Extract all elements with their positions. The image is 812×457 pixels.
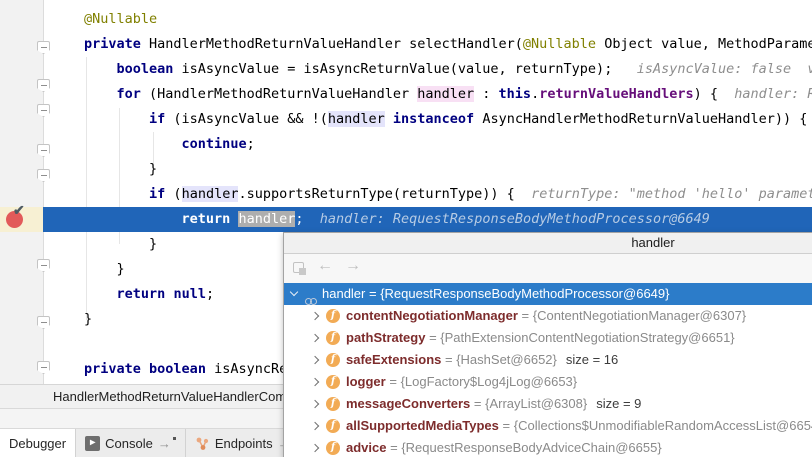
collection-size: size = 9 (596, 396, 641, 411)
field-icon: f (326, 331, 340, 345)
popup-title: handler (284, 233, 812, 254)
variable-value: {RequestResponseBodyAdviceChain@6655} (401, 440, 661, 455)
variable-value: {HashSet@6652} (456, 352, 557, 367)
field-icon: f (326, 309, 340, 323)
ide-window: @Nullableprivate HandlerMethodReturnValu… (0, 0, 812, 457)
chevron-right-icon[interactable] (311, 312, 319, 320)
tab-debugger[interactable]: Debugger (0, 429, 76, 457)
variable-value: {ContentNegotiationManager@6307} (533, 308, 746, 323)
tab-debugger-label: Debugger (9, 436, 66, 451)
frame-class-label: HandlerMethodReturnValueHandlerCom (53, 385, 286, 409)
variable-row-advice[interactable]: fadvice = {RequestResponseBodyAdviceChai… (284, 437, 812, 457)
variable-row-handler[interactable]: handler = {RequestResponseBodyMethodProc… (284, 283, 812, 305)
variable-row-logger[interactable]: flogger = {LogFactory$Log4jLog@6653} (284, 371, 812, 393)
variable-name: logger (346, 374, 386, 389)
scroll-to-output-icon: → (158, 436, 176, 451)
breakpoint-verified-check-icon: ✔ (13, 202, 25, 219)
chevron-down-icon[interactable] (290, 288, 298, 296)
code-line[interactable]: if (handler.supportsReturnType(returnTyp… (0, 182, 812, 207)
variable-name: contentNegotiationManager (346, 308, 518, 323)
chevron-right-icon[interactable] (311, 422, 319, 430)
code-line[interactable]: private HandlerMethodReturnValueHandler … (0, 32, 812, 57)
back-arrow-icon[interactable]: ← (317, 257, 333, 275)
variable-name: allSupportedMediaTypes (346, 418, 499, 433)
field-icon: f (326, 419, 340, 433)
tab-console[interactable]: ▸ Console → (76, 429, 186, 457)
variable-value: {PathExtensionContentNegotiationStrategy… (440, 330, 734, 345)
chevron-right-icon[interactable] (311, 378, 319, 386)
variable-row-allSupportedMediaTypes[interactable]: fallSupportedMediaTypes = {Collections$U… (284, 415, 812, 437)
chevron-right-icon[interactable] (311, 444, 319, 452)
field-icon: f (326, 353, 340, 367)
forward-arrow-icon[interactable]: → (345, 257, 361, 275)
popup-toolbar: ← → (284, 254, 812, 283)
debugger-value-popup: handler ← → handler = {RequestResponseBo… (283, 232, 812, 457)
field-icon: f (326, 397, 340, 411)
collection-size: size = 16 (566, 352, 618, 367)
variable-row-messageConverters[interactable]: fmessageConverters = {ArrayList@6308}siz… (284, 393, 812, 415)
field-icon: f (326, 375, 340, 389)
variable-value: {Collections$UnmodifiableRandomAccessLis… (514, 418, 812, 433)
chevron-right-icon[interactable] (311, 356, 319, 364)
variable-name: safeExtensions (346, 352, 441, 367)
code-line[interactable]: continue; (0, 132, 812, 157)
code-line[interactable]: } (0, 157, 812, 182)
chevron-right-icon[interactable] (311, 400, 319, 408)
code-line[interactable]: for (HandlerMethodReturnValueHandler han… (0, 82, 812, 107)
variable-name: advice (346, 440, 386, 455)
variable-value: {ArrayList@6308} (485, 396, 587, 411)
code-line[interactable]: if (isAsyncValue && !(handler instanceof… (0, 107, 812, 132)
variable-row-contentNegotiationManager[interactable]: fcontentNegotiationManager = {ContentNeg… (284, 305, 812, 327)
open-in-variables-view-icon[interactable] (293, 262, 304, 273)
code-line[interactable]: boolean isAsyncValue = isAsyncReturnValu… (0, 57, 812, 82)
variable-value: {RequestResponseBodyMethodProcessor@6649… (380, 286, 669, 301)
tab-endpoints-label: Endpoints (215, 436, 273, 451)
chevron-right-icon[interactable] (311, 334, 319, 342)
variable-value: {LogFactory$Log4jLog@6653} (401, 374, 578, 389)
code-line[interactable]: @Nullable (0, 7, 812, 32)
variable-name: handler (322, 286, 365, 301)
variable-row-safeExtensions[interactable]: fsafeExtensions = {HashSet@6652}size = 1… (284, 349, 812, 371)
variable-row-pathStrategy[interactable]: fpathStrategy = {PathExtensionContentNeg… (284, 327, 812, 349)
current-execution-line[interactable]: return handler; handler: RequestResponse… (0, 207, 812, 232)
endpoints-icon (195, 436, 210, 451)
field-icon: f (326, 441, 340, 455)
console-icon: ▸ (85, 436, 100, 451)
variable-name: pathStrategy (346, 330, 425, 345)
tab-console-label: Console (105, 436, 153, 451)
variable-name: messageConverters (346, 396, 470, 411)
variables-tree: handler = {RequestResponseBodyMethodProc… (284, 283, 812, 457)
